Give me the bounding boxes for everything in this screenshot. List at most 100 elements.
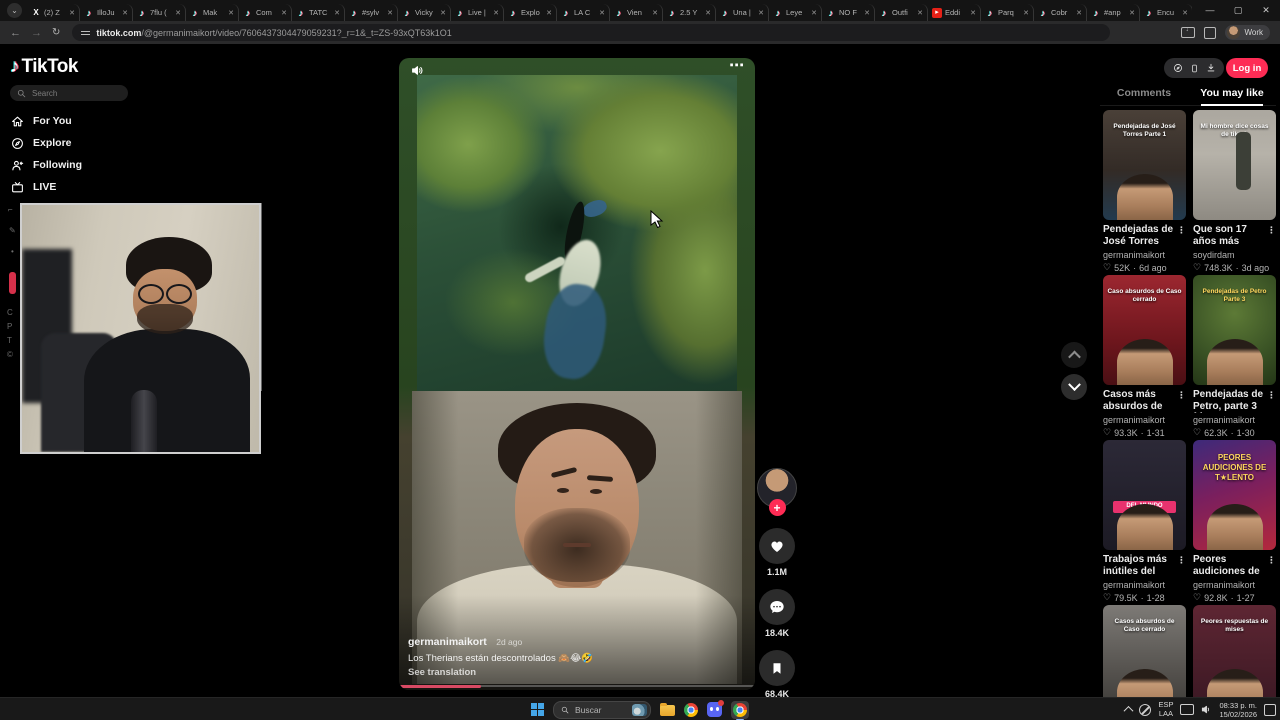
more-options-icon[interactable]: ⋮: [1267, 389, 1276, 401]
browser-tab[interactable]: Eddi ♪ ✕: [928, 4, 981, 21]
browser-tab[interactable]: Vien ♪ ✕: [610, 4, 663, 21]
browser-profile-chip[interactable]: Work: [1225, 25, 1270, 40]
volume-icon[interactable]: [1201, 704, 1212, 715]
search-input[interactable]: [30, 87, 104, 99]
tab-close-icon[interactable]: ✕: [1129, 9, 1135, 17]
tab-close-icon[interactable]: ✕: [1023, 9, 1029, 17]
panel-tab[interactable]: Comments: [1100, 84, 1188, 105]
more-options-icon[interactable]: ⋮: [1267, 224, 1276, 236]
file-explorer-icon[interactable]: [660, 703, 675, 716]
browser-tab[interactable]: Vicky ♪ ✕: [398, 4, 451, 21]
tab-close-icon[interactable]: ✕: [334, 9, 340, 17]
browser-tab[interactable]: #sylv ♪ ✕: [345, 4, 398, 21]
video-author[interactable]: germanimaikort: [1193, 415, 1276, 425]
maximize-button[interactable]: ▢: [1224, 0, 1252, 21]
video-card[interactable]: Mi hombre dice cosas de tiktok Que son 1…: [1193, 110, 1276, 273]
video-thumbnail[interactable]: Peores respuestas de mises: [1193, 605, 1276, 697]
tab-close-icon[interactable]: ✕: [917, 9, 923, 17]
browser-tab[interactable]: IlloJu ♪ ✕: [80, 4, 133, 21]
video-author[interactable]: germanimaikort: [1103, 250, 1186, 260]
sidebar-item[interactable]: For You: [10, 110, 82, 132]
discord-icon[interactable]: [707, 700, 724, 717]
video-author[interactable]: soydirdam: [1193, 250, 1276, 260]
login-button[interactable]: Log in: [1226, 58, 1268, 78]
more-options-icon[interactable]: ⋯: [729, 58, 745, 74]
sidebar-item[interactable]: Explore: [10, 132, 82, 154]
bookmark-button[interactable]: [759, 650, 795, 686]
cast-icon[interactable]: [1181, 26, 1196, 38]
browser-tab[interactable]: (2) Z ♪ ✕: [27, 4, 80, 21]
video-thumbnail[interactable]: PEORES AUDICIONES DE T★LENTO: [1193, 440, 1276, 550]
touch-keyboard-icon[interactable]: [1180, 704, 1195, 715]
download-icon[interactable]: [1206, 63, 1216, 73]
autoscroll-icon[interactable]: [1173, 63, 1183, 73]
browser-tab[interactable]: Una | ♪ ✕: [716, 4, 769, 21]
more-options-icon[interactable]: ⋮: [1177, 389, 1186, 401]
browser-tab[interactable]: TATC ♪ ✕: [292, 4, 345, 21]
tab-close-icon[interactable]: ✕: [1182, 9, 1188, 17]
tab-close-icon[interactable]: ✕: [970, 9, 976, 17]
tab-close-icon[interactable]: ✕: [122, 9, 128, 17]
tab-close-icon[interactable]: ✕: [1076, 9, 1082, 17]
browser-tab[interactable]: Outfi ♪ ✕: [875, 4, 928, 21]
notification-center-icon[interactable]: [1264, 703, 1276, 716]
video-author[interactable]: germanimaikort: [1103, 580, 1186, 590]
search-box[interactable]: [10, 85, 128, 101]
browser-tab[interactable]: Encu ♪ ✕: [1140, 4, 1192, 21]
close-button[interactable]: ✕: [1252, 0, 1280, 21]
browser-tab[interactable]: Com ♪ ✕: [239, 4, 292, 21]
tiktok-logo[interactable]: ♪ TikTok: [10, 56, 78, 78]
tab-search-button[interactable]: ⌄: [7, 3, 22, 18]
browser-tab[interactable]: Explo ♪ ✕: [504, 4, 557, 21]
tab-close-icon[interactable]: ✕: [864, 9, 870, 17]
video-thumbnail[interactable]: Pendejadas de José Torres Parte 1: [1103, 110, 1186, 220]
sidebar-scrollbar[interactable]: [261, 203, 262, 391]
start-button[interactable]: [531, 703, 544, 716]
network-icon[interactable]: [1139, 703, 1152, 716]
reload-button[interactable]: ↻: [52, 27, 60, 38]
tab-close-icon[interactable]: ✕: [811, 9, 817, 17]
video-card[interactable]: Caso absurdos de Caso cerrado Casos más …: [1103, 275, 1186, 438]
tab-close-icon[interactable]: ✕: [599, 9, 605, 17]
tab-close-icon[interactable]: ✕: [705, 9, 711, 17]
clock[interactable]: 08:33 p. m. 15/02/2026: [1219, 701, 1257, 719]
video-card[interactable]: PEORES AUDICIONES DE T★LENTO Peores audi…: [1193, 440, 1276, 603]
video-thumbnail[interactable]: Caso absurdos de Caso cerrado: [1103, 275, 1186, 385]
video-thumbnail[interactable]: Mi hombre dice cosas de tiktok: [1193, 110, 1276, 220]
video-username[interactable]: germanimaikort: [408, 636, 487, 648]
previous-video-button[interactable]: [1061, 342, 1087, 368]
sidebar-item[interactable]: LIVE: [10, 176, 82, 198]
video-player[interactable]: ⋯ germanimaikort 2d ago Los Therians est…: [399, 58, 755, 690]
more-options-icon[interactable]: ⋮: [1267, 554, 1276, 566]
browser-tab[interactable]: Cobr ♪ ✕: [1034, 4, 1087, 21]
browser-tab[interactable]: Live | ♪ ✕: [451, 4, 504, 21]
browser-tab[interactable]: Leye ♪ ✕: [769, 4, 822, 21]
back-button[interactable]: ←: [10, 27, 21, 39]
browser-tab[interactable]: LA C ♪ ✕: [557, 4, 610, 21]
browser-tab[interactable]: NO F ♪ ✕: [822, 4, 875, 21]
panel-tab[interactable]: You may like: [1188, 84, 1276, 105]
browser-tab[interactable]: Parq ♪ ✕: [981, 4, 1034, 21]
language-indicator[interactable]: ESP LAA: [1158, 700, 1173, 718]
active-chrome-window[interactable]: [731, 700, 749, 720]
video-card[interactable]: Peores respuestas de mises ⋮ ♡ ·: [1193, 605, 1276, 697]
video-author[interactable]: germanimaikort: [1103, 415, 1186, 425]
more-options-icon[interactable]: ⋮: [1177, 554, 1186, 566]
hidden-icons-chevron[interactable]: [1123, 705, 1134, 716]
tab-close-icon[interactable]: ✕: [758, 9, 764, 17]
see-translation-link[interactable]: See translation: [408, 667, 695, 678]
tab-close-icon[interactable]: ✕: [175, 9, 181, 17]
video-card[interactable]: DEL MUNDO Trabajos más inútiles del mund…: [1103, 440, 1186, 603]
more-options-icon[interactable]: ⋮: [1177, 224, 1186, 236]
tab-close-icon[interactable]: ✕: [228, 9, 234, 17]
taskbar-search[interactable]: [553, 700, 651, 719]
get-app-icon[interactable]: [1190, 63, 1199, 74]
follow-button[interactable]: +: [768, 499, 786, 516]
next-video-button[interactable]: [1061, 374, 1087, 400]
video-thumbnail[interactable]: Casos absurdos de Caso cerrado: [1103, 605, 1186, 697]
browser-tab[interactable]: Mak ♪ ✕: [186, 4, 239, 21]
like-button[interactable]: [759, 528, 795, 564]
tab-close-icon[interactable]: ✕: [546, 9, 552, 17]
tab-close-icon[interactable]: ✕: [281, 9, 287, 17]
site-settings-icon[interactable]: [81, 29, 91, 37]
